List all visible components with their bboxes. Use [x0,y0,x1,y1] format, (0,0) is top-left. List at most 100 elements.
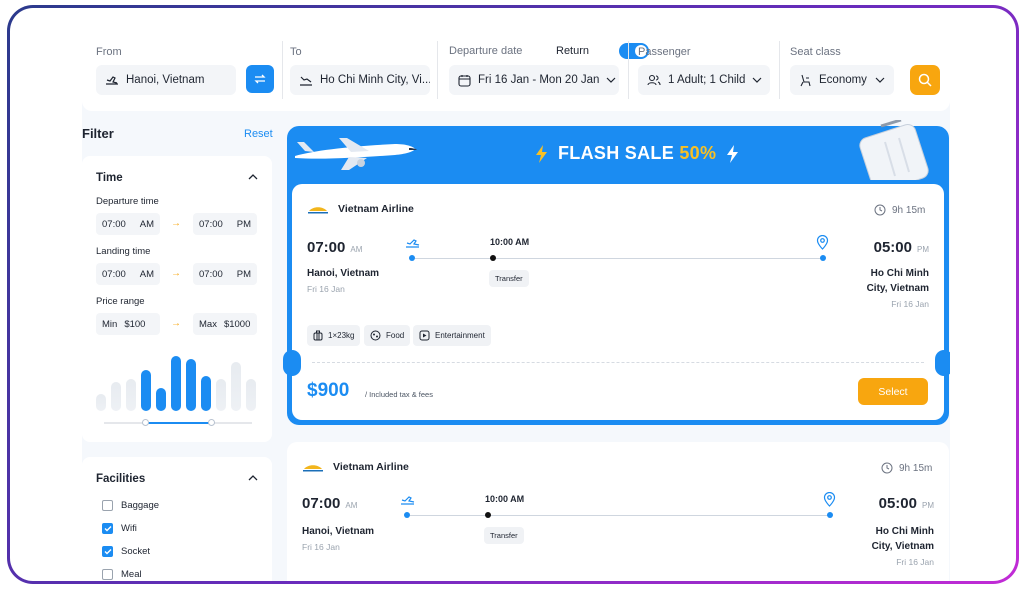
swap-button[interactable] [246,65,274,93]
clock-icon [874,204,886,216]
histogram-bar [141,370,151,411]
airline-name: Vietnam Airline [338,203,414,215]
airline-logo-icon [308,207,328,214]
date-value: Fri 16 Jan - Mon 20 Jan [478,74,600,86]
chevron-up-icon[interactable] [248,174,258,180]
from-field[interactable]: Hanoi, Vietnam [96,65,236,95]
facility-checkbox[interactable]: Socket [102,546,150,557]
facility-label: Baggage [121,500,160,511]
flight-card[interactable]: Vietnam Airline 9h 15m 07:00 AM Hanoi, Vi… [287,442,949,581]
period-value: AM [350,245,363,254]
ticket-divider [312,362,924,363]
time-value: 07:00 [102,268,126,280]
checkbox[interactable] [102,546,113,557]
time-panel: Time Departure time 07:00 AM → 07:00 PM La… [82,156,272,442]
arrow-right-icon: → [171,218,181,229]
airline-logo-icon [303,465,323,472]
departure-from-input[interactable]: 07:00 AM [96,213,160,235]
departure-city: Hanoi, Vietnam [302,526,375,537]
takeoff-icon [401,496,415,505]
arrival-city: Ho Chi Minh City, Vietnam [867,266,929,296]
min-label: Min [102,318,118,330]
price-max-input[interactable]: Max $1000 [193,313,257,335]
date-field[interactable]: Fri 16 Jan - Mon 20 Jan [449,65,619,95]
flash-sale-title: FLASH SALE 50% [535,143,739,164]
passenger-field[interactable]: 1 Adult; 1 Child [638,65,770,95]
seat-class-value: Economy [819,74,867,86]
facility-checkbox[interactable]: Wifi [102,523,137,534]
arrival-city-line: City, Vietnam [866,283,929,294]
to-value: Ho Chi Minh City, Vi... [320,74,430,86]
transfer-dot [490,255,496,261]
landing-time-label: Landing time [96,246,151,257]
calendar-icon [458,74,471,87]
amenity-entertainment: Entertainment [413,325,491,346]
time-value: 07:00 [199,268,223,280]
departure-to-input[interactable]: 07:00 PM [193,213,257,235]
amenity-label: Entertainment [435,331,485,340]
histogram-bar [96,394,106,411]
arrival-date: Fri 16 Jan [896,557,934,567]
checkbox[interactable] [102,500,113,511]
route-end-dot [827,512,833,518]
checkbox[interactable] [102,569,113,580]
clock-icon [881,462,893,474]
arrival-city-line: City, Vietnam [871,541,934,552]
time-value: 07:00 [199,218,223,230]
chevron-up-icon[interactable] [248,475,258,481]
facilities-title: Facilities [96,473,146,485]
lightning-icon [536,144,547,163]
passenger-label: Passenger [638,46,691,58]
select-button[interactable]: Select [858,378,928,405]
time-title: Time [96,172,123,184]
reset-link[interactable]: Reset [244,128,273,140]
departure-time: 07:00 AM [307,239,362,256]
period-value: AM [139,218,154,230]
period-value: PM [236,268,251,280]
seat-class-field[interactable]: Economy [790,65,894,95]
flight-card-flash[interactable]: Vietnam Airline 9h 15m 07:00 AM Hanoi, Vi… [283,184,950,420]
histogram-bar [171,356,181,411]
price: $900 [307,380,350,401]
slider-min-handle[interactable] [142,419,150,426]
facility-checkbox[interactable]: Meal [102,569,142,580]
price-slider[interactable] [104,419,252,426]
facility-checkbox[interactable]: Baggage [102,500,159,511]
price-min-input[interactable]: Min $100 [96,313,160,335]
route-line [410,515,828,516]
duration-value: 9h 15m [899,462,933,474]
arrow-right-icon: → [171,318,181,329]
luggage-icon [313,330,323,341]
facilities-panel: Facilities Baggage Wifi Socket Meal [82,457,272,581]
check-icon [104,549,111,555]
arrival-date: Fri 16 Jan [891,299,929,309]
arrival-city-line: Ho Chi Minh [875,526,934,537]
to-label: To [290,46,302,58]
app-canvas: From Hanoi, Vietnam To Ho Chi Minh City,… [82,21,950,581]
landing-to-input[interactable]: 07:00 PM [193,263,257,285]
swap-icon [254,74,266,84]
time-value: 07:00 [307,239,346,256]
from-value: Hanoi, Vietnam [126,74,205,86]
location-pin-icon [823,492,836,507]
seat-icon [800,74,811,86]
chevron-down-icon [607,77,616,83]
duration: 9h 15m [881,462,932,474]
chevron-down-icon [875,77,885,83]
location-pin-icon [816,235,829,250]
ticket-notch-left [283,350,301,376]
slider-max-handle[interactable] [207,419,215,426]
checkbox[interactable] [102,523,113,534]
facility-label: Wifi [121,523,137,534]
route-end-dot [820,255,826,261]
to-field[interactable]: Ho Chi Minh City, Vi... [290,65,430,95]
period-value: PM [917,245,929,254]
airline-name: Vietnam Airline [333,461,409,473]
landing-from-input[interactable]: 07:00 AM [96,263,160,285]
price-range-label: Price range [96,296,145,307]
search-button[interactable] [910,65,940,95]
search-icon [918,73,932,87]
time-value: 07:00 [302,495,341,512]
check-icon [104,526,111,532]
histogram-bar [126,379,136,411]
